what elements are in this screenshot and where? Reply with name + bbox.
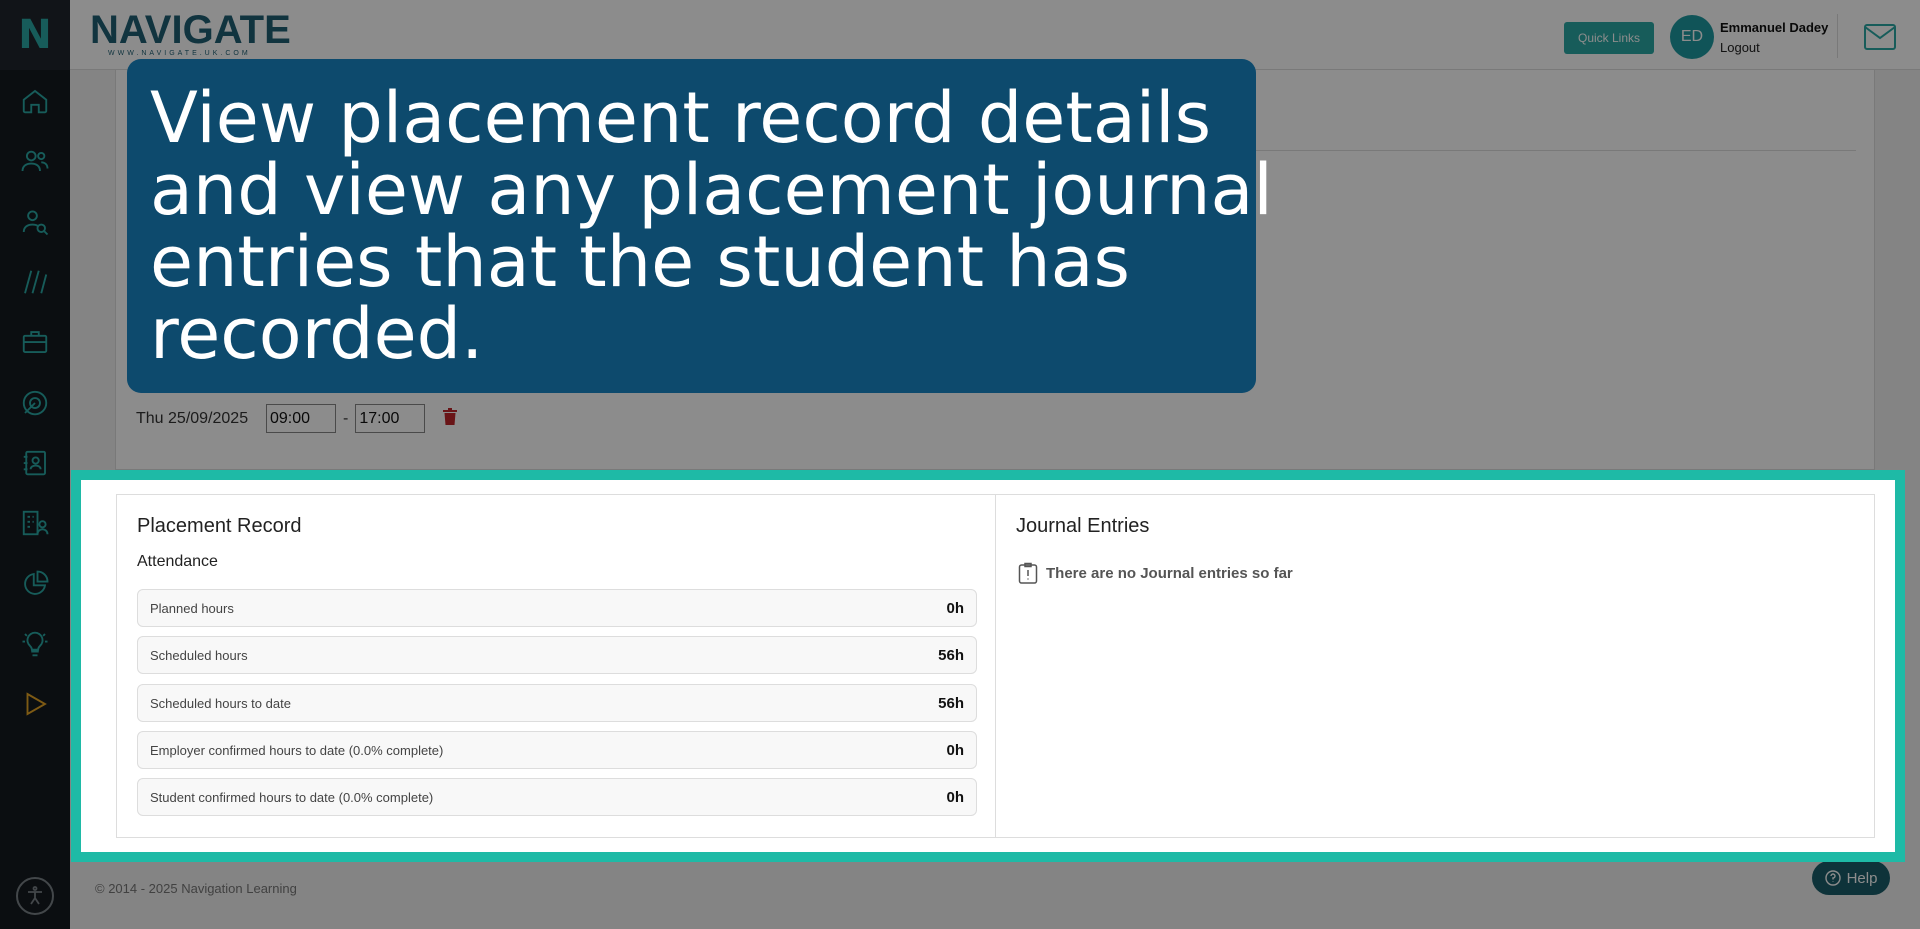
highlight-frame: Placement Record Attendance Planned hour… — [71, 470, 1905, 862]
attendance-subtitle: Attendance — [137, 553, 218, 570]
clipboard-alert-icon — [1018, 562, 1038, 584]
stat-row: Student confirmed hours to date (0.0% co… — [137, 778, 977, 816]
stat-row: Scheduled hours 56h — [137, 636, 977, 674]
stat-row: Employer confirmed hours to date (0.0% c… — [137, 731, 977, 769]
callout-text: View placement record details and view a… — [150, 77, 1273, 375]
placement-record-panel: Placement Record Attendance Planned hour… — [116, 494, 996, 838]
journal-entries-panel: Journal Entries There are no Journal ent… — [995, 494, 1875, 838]
placement-record-title: Placement Record — [137, 515, 302, 537]
journal-entries-title: Journal Entries — [1016, 515, 1150, 537]
empty-journal-message: There are no Journal entries so far — [1018, 562, 1293, 584]
stat-row: Scheduled hours to date 56h — [137, 684, 977, 722]
stat-row: Planned hours 0h — [137, 589, 977, 627]
